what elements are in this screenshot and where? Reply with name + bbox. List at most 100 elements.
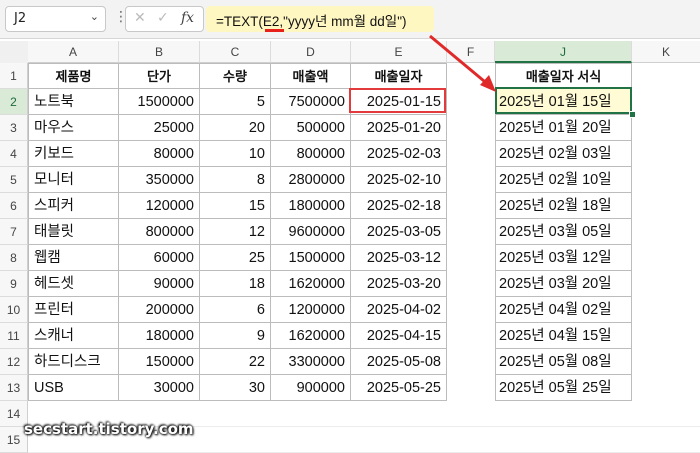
table-cell[interactable]: 2025-05-08 bbox=[351, 349, 447, 375]
chevron-down-icon[interactable]: ⌄ bbox=[90, 10, 99, 23]
table-cell[interactable]: 800000 bbox=[271, 141, 351, 167]
row-header-10[interactable]: 10 bbox=[0, 297, 28, 323]
select-all-corner[interactable] bbox=[0, 41, 29, 64]
column-header-k[interactable]: K bbox=[632, 41, 700, 63]
table-cell[interactable]: 10 bbox=[200, 141, 271, 167]
result-cell[interactable]: 2025년 02월 18일 bbox=[495, 193, 632, 219]
table-header-cell[interactable]: 수량 bbox=[200, 63, 271, 89]
enter-icon[interactable]: ✓ bbox=[157, 10, 169, 26]
table-cell[interactable]: 2025-02-03 bbox=[351, 141, 447, 167]
table-cell[interactable]: 2025-01-20 bbox=[351, 115, 447, 141]
table-cell[interactable]: 800000 bbox=[119, 219, 200, 245]
table-cell[interactable]: 2025-03-05 bbox=[351, 219, 447, 245]
table-cell[interactable]: 500000 bbox=[271, 115, 351, 141]
row-header-12[interactable]: 12 bbox=[0, 349, 28, 375]
table-cell[interactable]: 6 bbox=[200, 297, 271, 323]
table-cell[interactable]: 120000 bbox=[119, 193, 200, 219]
table-cell[interactable]: 노트북 bbox=[28, 89, 119, 115]
column-header-e[interactable]: E bbox=[351, 41, 447, 63]
row-header-1[interactable]: 1 bbox=[0, 63, 28, 89]
table-cell[interactable]: 프린터 bbox=[28, 297, 119, 323]
row-header-7[interactable]: 7 bbox=[0, 219, 28, 245]
table-cell[interactable]: 22 bbox=[200, 349, 271, 375]
result-cell[interactable]: 2025년 03월 20일 bbox=[495, 271, 632, 297]
table-cell[interactable]: 5 bbox=[200, 89, 271, 115]
table-cell[interactable]: 2025-05-25 bbox=[351, 375, 447, 401]
table-header-cell[interactable]: 매출액 bbox=[271, 63, 351, 89]
row-header-9[interactable]: 9 bbox=[0, 271, 28, 297]
row-header-11[interactable]: 11 bbox=[0, 323, 28, 349]
column-header-d[interactable]: D bbox=[271, 41, 351, 63]
table-cell[interactable]: 2025-04-15 bbox=[351, 323, 447, 349]
table-cell[interactable]: 9600000 bbox=[271, 219, 351, 245]
table-cell[interactable]: 9 bbox=[200, 323, 271, 349]
row-header-3[interactable]: 3 bbox=[0, 115, 28, 141]
table-cell[interactable]: 헤드셋 bbox=[28, 271, 119, 297]
table-cell[interactable]: 태블릿 bbox=[28, 219, 119, 245]
result-cell[interactable]: 2025년 04월 02일 bbox=[495, 297, 632, 323]
cancel-icon[interactable]: ✕ bbox=[134, 10, 146, 26]
table-cell[interactable]: 하드디스크 bbox=[28, 349, 119, 375]
table-cell[interactable]: 30 bbox=[200, 375, 271, 401]
fill-handle[interactable] bbox=[629, 111, 636, 118]
table-header-cell[interactable]: 매출일자 bbox=[351, 63, 447, 89]
table-cell[interactable]: 1620000 bbox=[271, 271, 351, 297]
table-cell[interactable]: 2025-03-12 bbox=[351, 245, 447, 271]
table-cell[interactable]: 25000 bbox=[119, 115, 200, 141]
result-cell[interactable]: 2025년 05월 08일 bbox=[495, 349, 632, 375]
table-cell[interactable]: 스피커 bbox=[28, 193, 119, 219]
table-cell[interactable]: 1500000 bbox=[119, 89, 200, 115]
result-cell[interactable]: 2025년 03월 12일 bbox=[495, 245, 632, 271]
table-cell[interactable]: 스캐너 bbox=[28, 323, 119, 349]
table-cell[interactable]: 1200000 bbox=[271, 297, 351, 323]
row-header-4[interactable]: 4 bbox=[0, 141, 28, 167]
table-cell[interactable]: 웹캠 bbox=[28, 245, 119, 271]
formula-input[interactable]: =TEXT(E2,"yyyy년 mm월 dd일") bbox=[206, 6, 434, 32]
table-cell[interactable]: USB bbox=[28, 375, 119, 401]
table-cell[interactable]: 2800000 bbox=[271, 167, 351, 193]
name-box[interactable]: J2 ⌄ bbox=[5, 6, 106, 32]
table-cell[interactable]: 150000 bbox=[119, 349, 200, 375]
table-cell[interactable]: 900000 bbox=[271, 375, 351, 401]
table-cell[interactable]: 2025-03-20 bbox=[351, 271, 447, 297]
table-cell[interactable]: 30000 bbox=[119, 375, 200, 401]
table-cell[interactable]: 60000 bbox=[119, 245, 200, 271]
result-cell[interactable]: 2025년 03월 05일 bbox=[495, 219, 632, 245]
table-cell[interactable]: 90000 bbox=[119, 271, 200, 297]
row-header-13[interactable]: 13 bbox=[0, 375, 28, 401]
table-cell[interactable]: 마우스 bbox=[28, 115, 119, 141]
column-header-j[interactable]: J bbox=[495, 41, 632, 63]
table-cell[interactable]: 8 bbox=[200, 167, 271, 193]
result-header-cell[interactable]: 매출일자 서식 bbox=[495, 63, 632, 89]
table-cell[interactable]: 12 bbox=[200, 219, 271, 245]
table-header-cell[interactable]: 제품명 bbox=[28, 63, 119, 89]
table-cell[interactable]: 1620000 bbox=[271, 323, 351, 349]
result-cell[interactable]: 2025년 05월 25일 bbox=[495, 375, 632, 401]
table-cell[interactable]: 1800000 bbox=[271, 193, 351, 219]
table-cell[interactable]: 80000 bbox=[119, 141, 200, 167]
table-cell[interactable]: 180000 bbox=[119, 323, 200, 349]
table-header-cell[interactable]: 단가 bbox=[119, 63, 200, 89]
table-cell[interactable]: 3300000 bbox=[271, 349, 351, 375]
result-cell[interactable]: 2025년 02월 03일 bbox=[495, 141, 632, 167]
table-cell[interactable]: 2025-02-10 bbox=[351, 167, 447, 193]
result-cell[interactable]: 2025년 01월 20일 bbox=[495, 115, 632, 141]
table-cell[interactable]: 키보드 bbox=[28, 141, 119, 167]
table-cell[interactable]: 1500000 bbox=[271, 245, 351, 271]
column-header-c[interactable]: C bbox=[200, 41, 271, 63]
row-header-2[interactable]: 2 bbox=[0, 89, 28, 115]
column-header-f[interactable]: F bbox=[447, 41, 495, 63]
row-header-6[interactable]: 6 bbox=[0, 193, 28, 219]
table-cell[interactable]: 2025-02-18 bbox=[351, 193, 447, 219]
table-cell[interactable]: 200000 bbox=[119, 297, 200, 323]
result-cell[interactable]: 2025년 02월 10일 bbox=[495, 167, 632, 193]
column-header-a[interactable]: A bbox=[28, 41, 119, 63]
table-cell[interactable]: 모니터 bbox=[28, 167, 119, 193]
table-cell[interactable]: 2025-04-02 bbox=[351, 297, 447, 323]
row-header-8[interactable]: 8 bbox=[0, 245, 28, 271]
row-header-5[interactable]: 5 bbox=[0, 167, 28, 193]
table-cell[interactable]: 20 bbox=[200, 115, 271, 141]
table-cell[interactable]: 350000 bbox=[119, 167, 200, 193]
function-icon[interactable]: fx bbox=[181, 10, 194, 26]
column-header-b[interactable]: B bbox=[119, 41, 200, 63]
